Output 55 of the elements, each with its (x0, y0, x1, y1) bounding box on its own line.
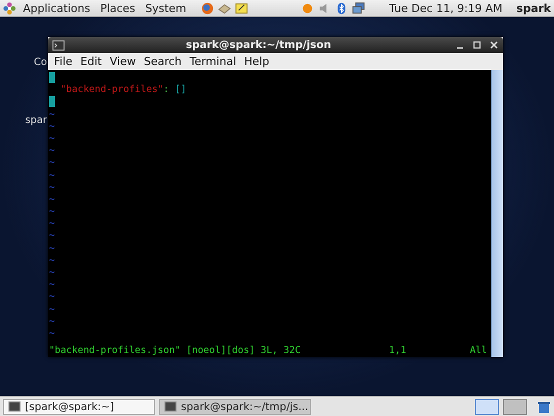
menu-item[interactable]: View (106, 55, 139, 68)
menu-item[interactable]: Terminal (186, 55, 240, 68)
terminal-icon (52, 38, 65, 52)
scrollbar[interactable] (491, 70, 503, 357)
terminal-icon (8, 400, 21, 413)
empty-line-tilde: ~ (49, 206, 55, 218)
taskbar-button[interactable]: spark@spark:~/tmp/js... (159, 398, 311, 414)
clock[interactable]: Tue Dec 11, 9:19 AM (389, 2, 502, 14)
desktop-icon-label[interactable]: spar (25, 115, 47, 126)
window-title: spark@spark:~/tmp/json (184, 39, 332, 51)
empty-line-tilde: ~ (49, 108, 55, 120)
scroll-position: All (468, 344, 487, 357)
user-name[interactable]: spark (516, 2, 551, 14)
cursor-position: 1,1 (389, 344, 408, 357)
maximize-icon[interactable] (472, 40, 482, 50)
terminal-icon (164, 400, 177, 413)
empty-line-tilde: ~ (49, 328, 55, 339)
notepad-icon[interactable] (235, 2, 248, 14)
empty-line-tilde: ~ (49, 316, 55, 327)
panel-menu[interactable]: System (142, 2, 190, 14)
menu-item[interactable]: Edit (77, 55, 105, 68)
workspace-switcher[interactable] (503, 398, 527, 414)
text-cursor (49, 96, 55, 108)
empty-line-tilde: ~ (49, 267, 55, 278)
text-cursor (49, 72, 55, 83)
close-icon[interactable] (489, 40, 499, 50)
empty-line-tilde: ~ (49, 194, 55, 205)
network-monitors-icon[interactable] (352, 2, 366, 14)
menu-item[interactable]: File (51, 55, 76, 68)
empty-line-tilde: ~ (49, 132, 55, 144)
empty-line-tilde: ~ (49, 279, 55, 290)
trash-icon[interactable] (537, 400, 551, 414)
menu-item[interactable]: Help (241, 55, 272, 68)
empty-line-tilde: ~ (49, 242, 55, 254)
status-file-info: "backend-profiles.json" [noeol][dos] 3L, 32C (49, 344, 302, 357)
taskbar-button[interactable]: [spark@spark:~] (3, 398, 155, 414)
empty-line-tilde: ~ (49, 145, 55, 156)
empty-line-tilde: ~ (49, 291, 55, 302)
json-colon: : (163, 84, 170, 96)
empty-line-tilde: ~ (49, 304, 55, 315)
desktop-icon-label[interactable]: Co (34, 57, 47, 68)
panel-menu[interactable]: Applications (20, 2, 94, 14)
empty-line-tilde: ~ (49, 218, 55, 230)
empty-line-tilde: ~ (49, 170, 55, 180)
empty-line-tilde: ~ (49, 254, 55, 266)
panel-menu[interactable]: Places (97, 2, 138, 14)
menu-item[interactable]: Search (140, 55, 185, 68)
empty-line-tilde: ~ (49, 157, 55, 168)
empty-line-tilde: ~ (49, 230, 55, 242)
json-value: [] (174, 84, 186, 96)
flower-logo-icon (3, 2, 16, 14)
json-key: "backend-profiles" (60, 84, 164, 96)
empty-line-tilde: ~ (49, 182, 55, 193)
workspace-switcher[interactable] (475, 398, 499, 414)
empty-line-tilde: ~ (49, 120, 55, 132)
